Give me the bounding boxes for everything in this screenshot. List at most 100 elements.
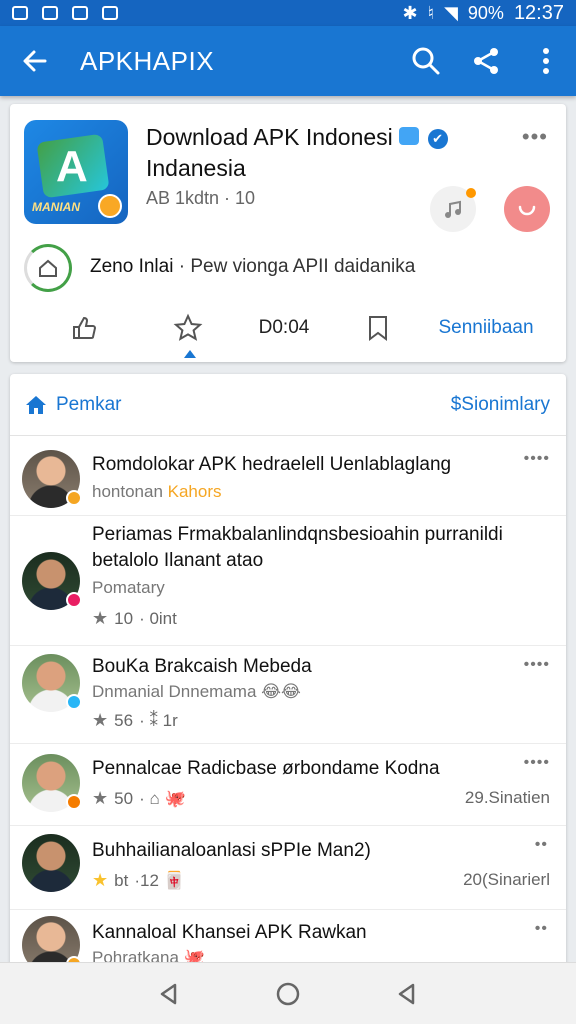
app-bar-title: APKHAPIX xyxy=(80,45,215,76)
item-more-button[interactable]: •••• xyxy=(524,450,550,468)
triangle-back-icon xyxy=(161,983,177,1004)
item-meta: ★ 56 · ⁑ 1r xyxy=(92,710,178,731)
mute-icon: ♮ xyxy=(427,2,435,23)
avatar xyxy=(22,450,82,508)
item-title: Kannaloal Khansei APK Rawkan xyxy=(92,922,367,943)
app-detail-card: A MANIAN Download APK Indonesi ✔ Indanes… xyxy=(10,104,566,362)
item-more-button[interactable]: •••• xyxy=(524,754,550,772)
share-icon xyxy=(474,48,498,74)
bookmark-icon xyxy=(369,316,387,341)
item-sub-text: Dnmanial Dnnemama xyxy=(92,682,257,701)
app-title-line1: Download APK Indonesi xyxy=(146,124,393,150)
section-tab-left[interactable]: Pemkar xyxy=(24,393,121,417)
more-vert-icon xyxy=(543,48,549,74)
item-title: Periamas Frmakbalanlindqnsbesioahin purr… xyxy=(92,524,503,571)
thumb-up-icon xyxy=(73,316,97,339)
app-title: Download APK Indonesi ✔ Indanesia xyxy=(146,122,456,184)
status-bar: ✱ ♮ ◥ 90% 12:37 xyxy=(0,0,576,26)
item-more-button[interactable]: •• xyxy=(535,920,548,938)
item-time: 20(Sinarierl xyxy=(463,870,550,889)
card-more-button[interactable]: ••• xyxy=(522,124,548,150)
like-button[interactable] xyxy=(66,310,102,346)
verified-icon: ✔ xyxy=(427,129,448,149)
star-icon: ★ xyxy=(92,870,109,890)
section-header: Pemkar $Sionimlary xyxy=(10,374,566,436)
app-icon-badge xyxy=(98,194,122,218)
list-item[interactable]: Buhhailianaloanlasi sPPIe Man2) ★ bt ·12 🀄… xyxy=(10,826,566,910)
star-outline-icon xyxy=(173,313,203,341)
notification-icon xyxy=(72,6,88,20)
section-left-label: Pemkar xyxy=(56,393,122,415)
item-meta-text: · 0int xyxy=(139,608,177,628)
promo-label: Zeno Inlai xyxy=(90,256,174,277)
item-meta-text: · ⁑ 1r xyxy=(139,710,178,730)
list-item[interactable]: BouKa Brakcaish Mebeda Dnmanial Dnnemama… xyxy=(10,646,566,744)
avatar xyxy=(22,654,82,712)
item-title: Buhhailianaloanlasi sPPIe Man2) xyxy=(92,840,371,861)
item-title: Pennalcae Radicbase ørbondame Kodna xyxy=(92,758,440,779)
item-sub-highlight: Kahors xyxy=(167,482,222,501)
item-rating: 56 xyxy=(114,710,134,730)
item-sub-prefix: hontonan xyxy=(92,482,168,501)
back-button[interactable] xyxy=(0,26,70,96)
avatar-badge xyxy=(66,694,82,710)
item-meta: ★ 10 · 0int xyxy=(92,608,177,629)
bluetooth-icon: ✱ xyxy=(402,2,418,23)
app-title-line2: Indanesia xyxy=(146,155,246,181)
search-button[interactable] xyxy=(396,26,456,96)
action-row: D0:04 Senniibaan xyxy=(10,304,566,354)
share-button[interactable] xyxy=(456,26,516,96)
app-icon-brand: MANIAN xyxy=(32,200,80,214)
nav-home-button[interactable] xyxy=(268,974,308,1014)
overflow-menu-button[interactable] xyxy=(516,26,576,96)
circle-home-icon xyxy=(276,982,300,1005)
star-button[interactable] xyxy=(170,310,206,346)
item-rating: 50 xyxy=(114,788,134,808)
promo-badge xyxy=(24,244,72,292)
app-icon-letter: A xyxy=(56,142,88,191)
comments-card: Pemkar $Sionimlary Romdolokar APK hedrae… xyxy=(10,374,566,974)
nav-back-button[interactable] xyxy=(387,974,427,1014)
avatar xyxy=(22,552,82,610)
item-meta-text: ·12 🀄 xyxy=(134,870,185,890)
notification-icons xyxy=(12,6,118,20)
avatar-badge xyxy=(66,490,82,506)
notification-dot xyxy=(466,188,476,198)
emoji-icon: 😂😂 xyxy=(261,682,301,701)
item-more-button[interactable]: •••• xyxy=(524,656,550,674)
item-meta: ★ 50 · ⌂ 🐙 xyxy=(92,788,186,809)
subscribe-button[interactable]: Senniibaan xyxy=(428,310,544,346)
view-count: D0:04 xyxy=(258,317,310,338)
notification-icon xyxy=(102,6,118,20)
wifi-icon: ◥ xyxy=(444,2,458,23)
list-item[interactable]: Romdolokar APK hedraelell Uenlablaglang … xyxy=(10,436,566,516)
app-meta: AB 1kdtn · 10 xyxy=(146,188,256,208)
heart-button[interactable] xyxy=(504,186,550,232)
item-subtitle: Dnmanial Dnnemama 😂😂 xyxy=(92,682,301,702)
app-bar: APKHAPIX xyxy=(0,26,576,96)
music-button[interactable] xyxy=(430,186,476,232)
item-subtitle: Pomatary xyxy=(92,578,165,597)
app-icon[interactable]: A MANIAN xyxy=(24,120,128,224)
promo-text: Zeno Inlai · Pew vionga APII daidanika xyxy=(90,256,415,278)
item-title: Romdolokar APK hedraelell Uenlablaglang xyxy=(92,454,452,475)
bookmark-button[interactable] xyxy=(360,310,396,346)
heart-outline-icon xyxy=(518,205,536,216)
back-triangle-icon xyxy=(398,983,414,1004)
back-arrow-icon xyxy=(23,50,47,72)
list-item[interactable]: Pennalcae Radicbase ørbondame Kodna ★ 50 ·… xyxy=(10,744,566,826)
home-icon xyxy=(26,395,46,414)
battery-level: 90% xyxy=(467,2,504,23)
item-more-button[interactable]: •• xyxy=(535,836,548,854)
avatar xyxy=(22,754,82,812)
promo-body: · Pew vionga APII daidanika xyxy=(173,256,416,277)
section-right-link[interactable]: $Sionimlary xyxy=(451,394,550,416)
music-note-icon xyxy=(445,200,461,218)
search-icon xyxy=(412,47,440,75)
list-item[interactable]: Periamas Frmakbalanlindqnsbesioahin purr… xyxy=(10,516,566,646)
home-icon xyxy=(39,259,57,277)
nav-recents-button[interactable] xyxy=(149,974,189,1014)
item-meta-text: · ⌂ 🐙 xyxy=(139,788,186,808)
app-logo-icon xyxy=(399,127,420,145)
notification-icon xyxy=(42,6,58,20)
